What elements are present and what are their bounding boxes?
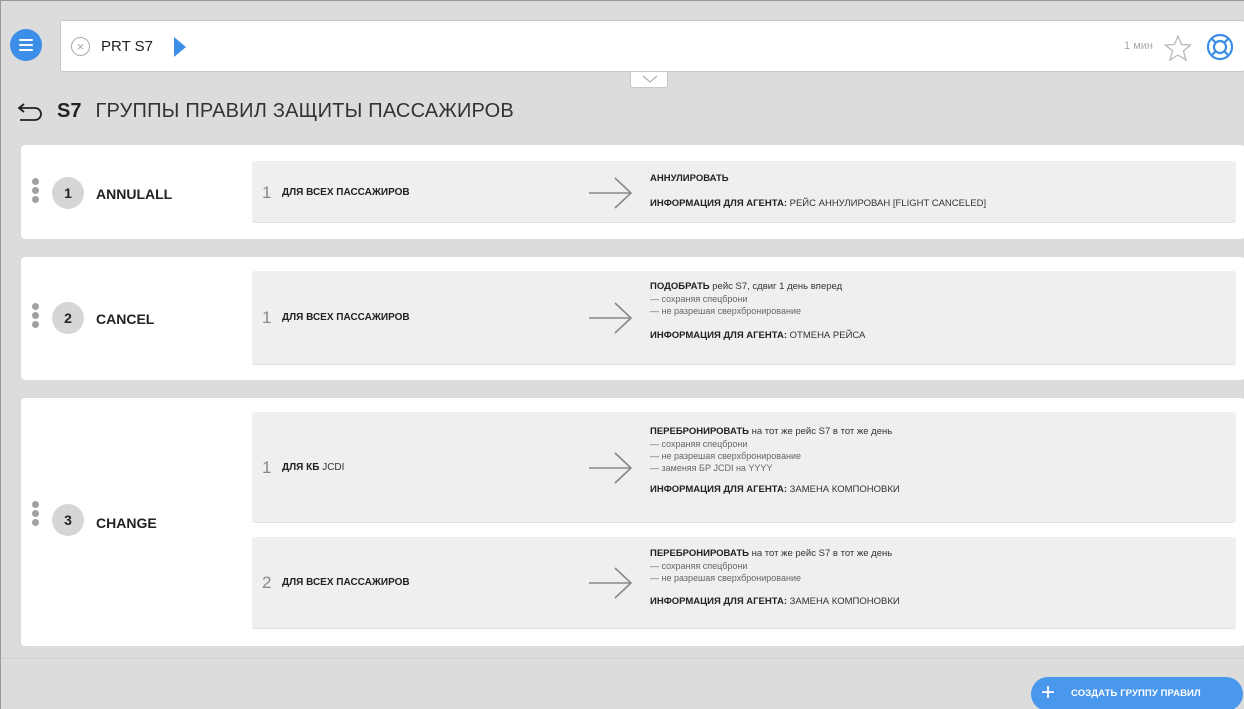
agent-info-label: ИНФОРМАЦИЯ ДЛЯ АГЕНТА:	[650, 484, 787, 495]
rule-group-cancel[interactable]: 2 CANCEL 1 ДЛЯ ВСЕХ ПАССАЖИРОВ ПОДОБРАТЬ…	[21, 257, 1244, 380]
arrow-right-icon	[589, 452, 633, 484]
footer-divider	[1, 658, 1244, 659]
rule-condition: ДЛЯ ВСЕХ ПАССАЖИРОВ	[282, 187, 410, 198]
rule-number: 1	[262, 458, 272, 477]
group-name: CANCEL	[96, 311, 155, 327]
action-note: — сохраняя спецброни	[650, 294, 748, 304]
create-group-button[interactable]: + СОЗДАТЬ ГРУППУ ПРАВИЛ	[1031, 677, 1243, 709]
arrow-right-icon	[589, 567, 633, 599]
action-details: на тот же рейс S7 в тот же день	[751, 548, 893, 559]
plus-icon: +	[1041, 679, 1056, 706]
rule-group-change[interactable]: 3 CHANGE 1 ДЛЯ КБ JCDI ПЕРЕБРОНИРОВАТЬ н…	[21, 398, 1244, 646]
rule-number: 2	[262, 573, 272, 592]
app-frame: × PRT S7 1 мин S7 ГРУППЫ ПРАВИЛ ЗАЩИТЫ П…	[0, 0, 1244, 709]
action-note: — не разрешая сверхбронирование	[650, 573, 801, 583]
group-name: ANNULALL	[96, 186, 173, 202]
group-number: 1	[52, 177, 84, 209]
page-header: S7 ГРУППЫ ПРАВИЛ ЗАЩИТЫ ПАССАЖИРОВ	[17, 97, 514, 125]
agent-info-label: ИНФОРМАЦИЯ ДЛЯ АГЕНТА:	[650, 596, 787, 607]
time-label: 1 мин	[1124, 40, 1153, 52]
drag-handle-icon[interactable]	[32, 501, 40, 528]
rule-row[interactable]: 2 ДЛЯ ВСЕХ ПАССАЖИРОВ ПЕРЕБРОНИРОВАТЬ на…	[252, 537, 1236, 629]
group-number: 3	[52, 504, 84, 536]
agent-info-value: ЗАМЕНА КОМПОНОВКИ	[789, 484, 900, 495]
search-input[interactable]: × PRT S7 1 мин	[60, 20, 1244, 72]
rule-action: АННУЛИРОВАТЬ ИНФОРМАЦИЯ ДЛЯ АГЕНТА: РЕЙС…	[650, 173, 986, 210]
top-bar: × PRT S7 1 мин	[9, 17, 1244, 88]
action-note: — сохраняя спецброни	[650, 561, 748, 571]
drag-handle-icon[interactable]	[32, 303, 40, 330]
rule-condition: ДЛЯ КБ JCDI	[282, 462, 344, 473]
condition-label: ДЛЯ КБ	[282, 462, 320, 473]
search-query[interactable]: PRT S7	[101, 37, 153, 57]
create-group-label: СОЗДАТЬ ГРУППУ ПРАВИЛ	[1071, 688, 1201, 699]
help-icon[interactable]	[1205, 32, 1235, 62]
arrow-right-icon	[589, 302, 633, 334]
action-details: рейс S7, сдвиг 1 день вперед	[712, 281, 843, 292]
rule-action: ПОДОБРАТЬ рейс S7, сдвиг 1 день вперед —…	[650, 281, 865, 342]
group-number: 2	[52, 302, 84, 334]
agent-info-label: ИНФОРМАЦИЯ ДЛЯ АГЕНТА:	[650, 330, 787, 341]
rule-condition: ДЛЯ ВСЕХ ПАССАЖИРОВ	[282, 577, 410, 588]
run-icon[interactable]	[174, 37, 186, 57]
action-verb: АННУЛИРОВАТЬ	[650, 173, 729, 184]
back-icon[interactable]	[17, 101, 43, 121]
agent-info-label: ИНФОРМАЦИЯ ДЛЯ АГЕНТА:	[650, 198, 787, 209]
action-verb: ПОДОБРАТЬ	[650, 281, 710, 292]
action-verb: ПЕРЕБРОНИРОВАТЬ	[650, 548, 749, 559]
action-verb: ПЕРЕБРОНИРОВАТЬ	[650, 426, 749, 437]
condition-label: ДЛЯ ВСЕХ ПАССАЖИРОВ	[282, 312, 410, 323]
action-note: — сохраняя спецброни	[650, 439, 748, 449]
menu-icon[interactable]	[10, 29, 42, 61]
agent-info-value: ОТМЕНА РЕЙСА	[789, 330, 866, 341]
action-details: на тот же рейс S7 в тот же день	[751, 426, 893, 437]
action-note: — не разрешая сверхбронирование	[650, 306, 801, 316]
collapse-toggle[interactable]	[630, 72, 668, 88]
rule-number: 1	[262, 308, 272, 327]
rule-number: 1	[262, 183, 272, 202]
rule-row[interactable]: 1 ДЛЯ ВСЕХ ПАССАЖИРОВ АННУЛИРОВАТЬ ИНФОР…	[252, 161, 1236, 223]
airline-code: S7	[57, 99, 82, 122]
chevron-down-icon	[642, 75, 658, 83]
drag-handle-icon[interactable]	[32, 178, 40, 205]
rule-condition: ДЛЯ ВСЕХ ПАССАЖИРОВ	[282, 312, 410, 323]
agent-info-value: ЗАМЕНА КОМПОНОВКИ	[789, 596, 900, 607]
condition-label: ДЛЯ ВСЕХ ПАССАЖИРОВ	[282, 577, 410, 588]
rule-row[interactable]: 1 ДЛЯ ВСЕХ ПАССАЖИРОВ ПОДОБРАТЬ рейс S7,…	[252, 271, 1236, 365]
rule-action: ПЕРЕБРОНИРОВАТЬ на тот же рейс S7 в тот …	[650, 426, 900, 496]
page-title: ГРУППЫ ПРАВИЛ ЗАЩИТЫ ПАССАЖИРОВ	[95, 99, 514, 122]
rule-action: ПЕРЕБРОНИРОВАТЬ на тот же рейс S7 в тот …	[650, 548, 900, 608]
condition-label: ДЛЯ ВСЕХ ПАССАЖИРОВ	[282, 187, 410, 198]
clear-icon[interactable]: ×	[71, 37, 90, 56]
action-note: — не разрешая сверхбронирование	[650, 451, 801, 461]
agent-info-value: РЕЙС АННУЛИРОВАН [FLIGHT CANCELED]	[789, 198, 987, 209]
star-icon[interactable]	[1163, 33, 1193, 63]
arrow-right-icon	[589, 177, 633, 209]
rule-row[interactable]: 1 ДЛЯ КБ JCDI ПЕРЕБРОНИРОВАТЬ на тот же …	[252, 412, 1236, 523]
action-note: — заменяя БР JCDI на YYYY	[650, 463, 773, 473]
condition-value: JCDI	[322, 462, 345, 473]
group-name: CHANGE	[96, 515, 157, 531]
rule-group-annulall[interactable]: 1 ANNULALL 1 ДЛЯ ВСЕХ ПАССАЖИРОВ АННУЛИР…	[21, 145, 1244, 239]
